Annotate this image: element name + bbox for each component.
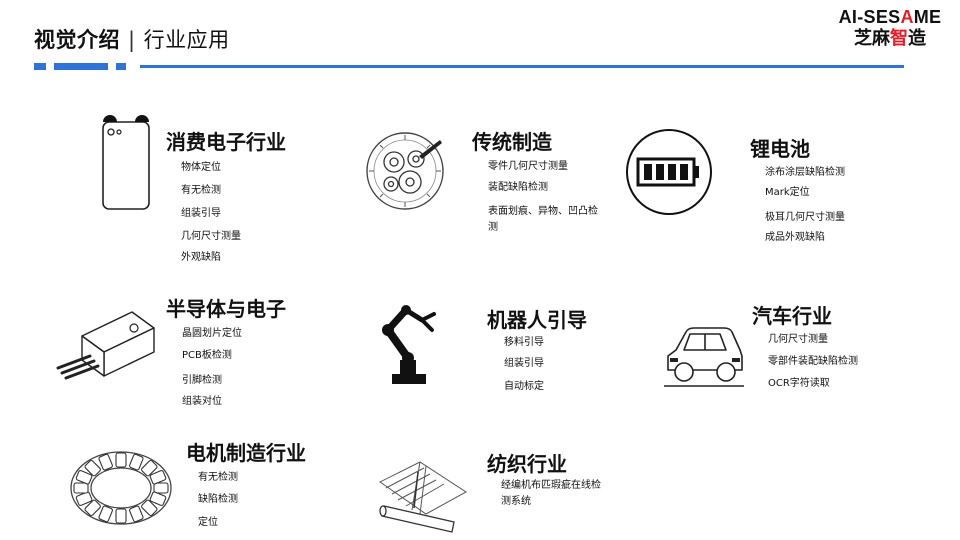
category-item: 有无检测: [198, 472, 238, 483]
page-title-main: 视觉介绍: [34, 28, 120, 52]
category-title-motor-manufacturing: 电机制造行业: [186, 441, 306, 465]
battery-icon: [624, 127, 714, 217]
header-deco-block-1: [34, 63, 46, 70]
category-item: 组装对位: [182, 396, 222, 407]
page-subtitle: 行业应用: [143, 28, 230, 52]
category-item: 组装引导: [181, 208, 221, 219]
category-title-lithium-battery: 锂电池: [750, 137, 810, 161]
category-item: 零部件装配缺陷检测: [768, 356, 858, 367]
brand-name-en: AI-SESAME: [838, 7, 942, 27]
category-item: 晶圆划片定位: [182, 328, 242, 339]
smartphone-icon: [98, 112, 154, 212]
brand-logo: AI-SESAME 芝麻智造: [832, 6, 948, 50]
category-item: 成品外观缺陷: [765, 232, 825, 243]
category-item: 外观缺陷: [181, 252, 221, 263]
car-icon: [662, 320, 746, 390]
category-item: 有无检测: [181, 185, 221, 196]
category-item: 缺陷检测: [198, 494, 238, 505]
category-title-semiconductor: 半导体与电子: [166, 297, 286, 321]
header-divider: [140, 65, 904, 68]
category-title-traditional-manufacturing: 传统制造: [472, 130, 552, 154]
category-item: 自动标定: [504, 381, 544, 392]
category-item: 移料引导: [504, 337, 544, 348]
category-item: 涂布涂层缺陷检测: [765, 167, 845, 178]
category-item: 装配缺陷检测: [488, 182, 548, 193]
header-deco-block-2: [54, 63, 108, 70]
category-item: Mark定位: [765, 187, 810, 198]
category-item: 零件几何尺寸测量: [488, 161, 568, 172]
category-title-textile: 纺织行业: [487, 452, 567, 476]
category-item: 引脚检测: [182, 375, 222, 386]
transistor-chip-icon: [52, 306, 158, 384]
category-title-automotive: 汽车行业: [752, 304, 832, 328]
robot-arm-icon: [374, 302, 442, 388]
title-separator: |: [128, 28, 136, 52]
brand-name-cn: 芝麻智造: [854, 28, 926, 49]
category-item: OCR字符读取: [768, 378, 830, 389]
category-item: 组装引导: [504, 358, 544, 369]
category-item: 定位: [198, 517, 218, 528]
category-item: 几何尺寸测量: [181, 231, 241, 242]
motor-stator-icon: [66, 446, 176, 530]
fabric-loom-icon: [376, 452, 472, 536]
category-item: 极耳几何尺寸测量: [765, 212, 845, 223]
page-title: 视觉介绍 | 行业应用: [34, 24, 230, 54]
category-item: PCB板检测: [182, 350, 232, 361]
watch-mechanism-icon: [364, 126, 446, 216]
category-title-consumer-electronics: 消费电子行业: [166, 130, 286, 154]
category-item: 物体定位: [181, 162, 221, 173]
category-item: 表面划痕、异物、凹凸检测: [488, 206, 598, 233]
category-item: 几何尺寸测量: [768, 334, 828, 345]
category-item: 经编机布匹瑕疵在线检测系统: [501, 480, 601, 507]
category-title-robot-guidance: 机器人引导: [487, 308, 587, 332]
header-deco-block-3: [116, 63, 126, 70]
